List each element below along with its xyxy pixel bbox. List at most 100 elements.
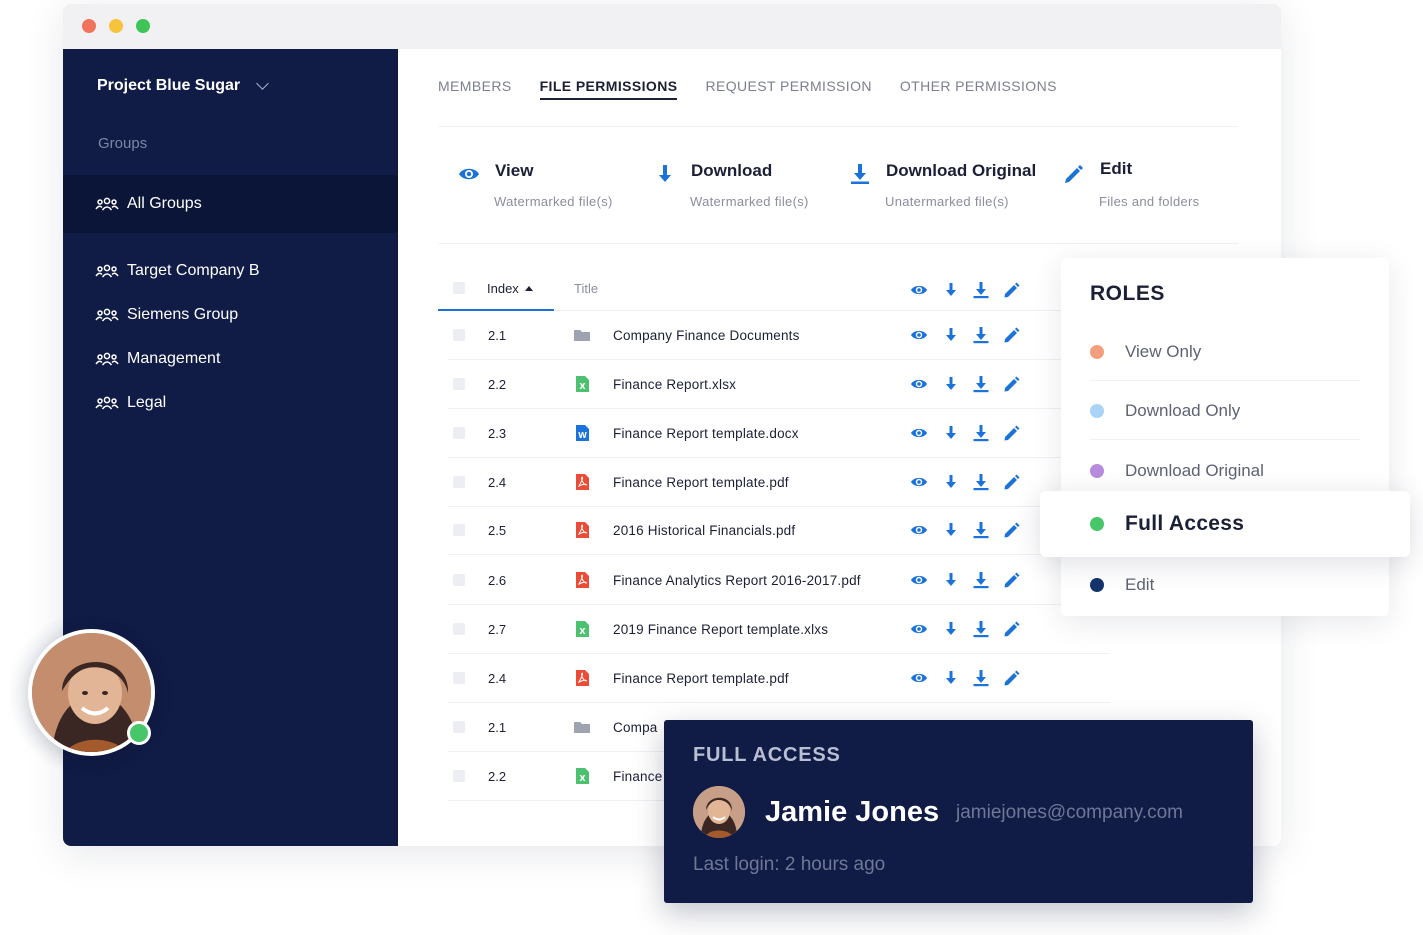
table-row[interactable]: 2.1 Company Finance Documents — [448, 311, 1110, 360]
download-tray-icon[interactable] — [972, 424, 990, 442]
row-checkbox[interactable] — [453, 524, 465, 536]
file-name[interactable]: Company Finance Documents — [613, 328, 800, 343]
row-checkbox[interactable] — [453, 721, 465, 733]
pencil-icon[interactable] — [1003, 571, 1021, 589]
download-tray-icon[interactable] — [972, 375, 990, 393]
download-arrow-icon[interactable] — [942, 424, 960, 442]
column-header-title[interactable]: Title — [574, 281, 598, 296]
select-all-checkbox[interactable] — [453, 282, 465, 294]
download-arrow-icon[interactable] — [942, 473, 960, 491]
file-name[interactable]: 2019 Finance Report template.xlxs — [613, 622, 828, 637]
group-icon — [95, 352, 119, 366]
file-name[interactable]: Finance Report template.pdf — [613, 671, 789, 686]
pencil-icon[interactable] — [1003, 326, 1021, 344]
download-tray-icon[interactable] — [972, 521, 990, 539]
maximize-window-button[interactable] — [136, 19, 150, 33]
sidebar-item-label: Legal — [127, 394, 167, 411]
pencil-icon[interactable] — [1003, 521, 1021, 539]
row-checkbox[interactable] — [453, 427, 465, 439]
file-name[interactable]: Finance Report template.pdf — [613, 475, 789, 490]
pencil-icon[interactable] — [1003, 424, 1021, 442]
row-checkbox[interactable] — [453, 476, 465, 488]
user-access-card: FULL ACCESS Jamie Jones jamiejones@compa… — [664, 720, 1253, 903]
table-row[interactable]: 2.4 Finance Report template.pdf — [448, 458, 1110, 507]
eye-icon[interactable] — [910, 281, 928, 299]
row-checkbox[interactable] — [453, 770, 465, 782]
project-selector[interactable]: Project Blue Sugar — [97, 77, 270, 95]
minimize-window-button[interactable] — [109, 19, 123, 33]
eye-icon[interactable] — [910, 375, 928, 393]
row-checkbox[interactable] — [453, 329, 465, 341]
file-name[interactable]: Finance Analytics Report 2016-2017.pdf — [613, 573, 861, 588]
sidebar-item-siemens-group[interactable]: Siemens Group — [63, 293, 398, 337]
tab-other-permissions[interactable]: OTHER PERMISSIONS — [900, 78, 1057, 100]
download-tray-icon[interactable] — [972, 669, 990, 687]
pencil-icon[interactable] — [1003, 375, 1021, 393]
eye-icon[interactable] — [910, 326, 928, 344]
download-tray-icon[interactable] — [972, 326, 990, 344]
file-name[interactable]: Finance Report.xlsx — [613, 377, 736, 392]
tab-file-permissions[interactable]: FILE PERMISSIONS — [539, 78, 678, 100]
folder-icon — [573, 326, 591, 344]
sidebar-item-legal[interactable]: Legal — [63, 381, 398, 425]
role-label: Full Access — [1125, 512, 1245, 535]
download-arrow-icon[interactable] — [942, 669, 960, 687]
pencil-icon[interactable] — [1003, 669, 1021, 687]
download-tray-icon[interactable] — [972, 571, 990, 589]
column-header-index[interactable]: Index — [487, 281, 533, 296]
title-bar — [63, 4, 1281, 49]
eye-icon[interactable] — [910, 571, 928, 589]
file-name[interactable]: Compa — [613, 720, 658, 735]
download-arrow-icon[interactable] — [942, 281, 960, 299]
eye-icon[interactable] — [910, 473, 928, 491]
role-view-only[interactable]: View Only — [1090, 323, 1360, 381]
svg-text:W: W — [578, 431, 587, 440]
download-tray-icon[interactable] — [972, 281, 990, 299]
table-row[interactable]: 2.6 Finance Analytics Report 2016-2017.pd… — [448, 556, 1110, 605]
eye-icon[interactable] — [910, 669, 928, 687]
word-file-icon: W — [573, 424, 591, 442]
role-label: Download Original — [1125, 461, 1264, 480]
online-status-indicator — [127, 721, 151, 745]
download-arrow-icon[interactable] — [942, 375, 960, 393]
file-name[interactable]: 2016 Historical Financials.pdf — [613, 523, 795, 538]
group-icon — [95, 396, 119, 410]
table-row[interactable]: 2.5 2016 Historical Financials.pdf — [448, 506, 1110, 555]
pencil-icon[interactable] — [1003, 620, 1021, 638]
file-name[interactable]: Finance Report template.docx — [613, 426, 799, 441]
table-row[interactable]: 2.3 W Finance Report template.docx — [448, 409, 1110, 458]
download-tray-icon[interactable] — [972, 620, 990, 638]
file-name[interactable]: Finance — [613, 769, 662, 784]
sidebar-item-all-groups[interactable]: All Groups — [63, 175, 398, 233]
user-avatar[interactable] — [693, 786, 745, 838]
download-tray-icon[interactable] — [972, 473, 990, 491]
sidebar-item-management[interactable]: Management — [63, 337, 398, 381]
pencil-icon[interactable] — [1003, 281, 1021, 299]
role-download-only[interactable]: Download Only — [1090, 382, 1360, 440]
table-row[interactable]: 2.7 X 2019 Finance Report template.xlxs — [448, 605, 1110, 654]
tab-request-permission[interactable]: REQUEST PERMISSION — [705, 78, 871, 100]
eye-icon[interactable] — [910, 424, 928, 442]
row-index: 2.2 — [488, 377, 507, 392]
row-checkbox[interactable] — [453, 574, 465, 586]
eye-icon[interactable] — [910, 521, 928, 539]
tab-members[interactable]: MEMBERS — [438, 78, 512, 100]
role-label: Download Only — [1125, 400, 1241, 420]
download-arrow-icon[interactable] — [942, 521, 960, 539]
download-arrow-icon[interactable] — [942, 571, 960, 589]
download-arrow-icon[interactable] — [942, 620, 960, 638]
close-window-button[interactable] — [82, 19, 96, 33]
sidebar-item-label: Siemens Group — [127, 306, 239, 323]
role-edit[interactable]: Edit — [1090, 556, 1360, 614]
download-arrow-icon[interactable] — [942, 326, 960, 344]
table-row[interactable]: 2.4 Finance Report template.pdf — [448, 654, 1110, 703]
table-row[interactable]: 2.2 X Finance Report.xlsx — [448, 360, 1110, 409]
role-color-dot — [1090, 517, 1104, 531]
pencil-icon[interactable] — [1003, 473, 1021, 491]
row-checkbox[interactable] — [453, 378, 465, 390]
row-checkbox[interactable] — [453, 623, 465, 635]
row-checkbox[interactable] — [453, 672, 465, 684]
eye-icon[interactable] — [910, 620, 928, 638]
role-full-access[interactable]: Full Access — [1040, 491, 1410, 557]
sidebar-item-target-company-b[interactable]: Target Company B — [63, 249, 398, 293]
